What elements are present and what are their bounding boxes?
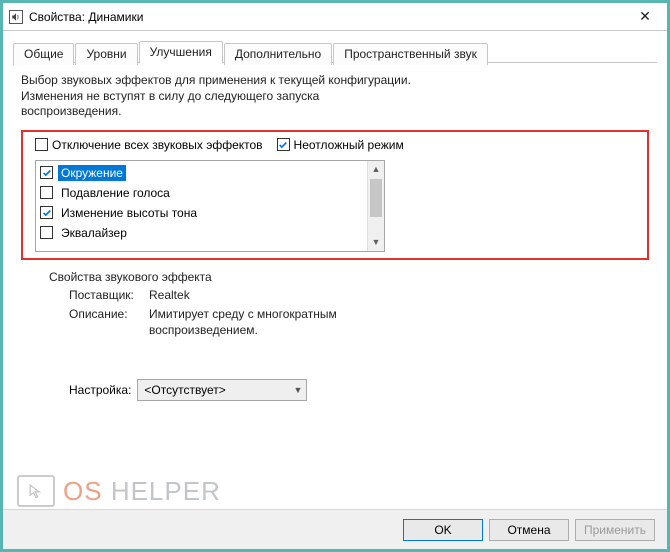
apply-button[interactable]: Применить [575,519,655,541]
dialog-footer: OK Отмена Применить [3,509,667,549]
checkbox-icon[interactable] [40,206,53,219]
cursor-icon [17,475,55,507]
close-button[interactable]: ✕ [623,3,667,30]
effect-properties: Поставщик: Realtek Описание: Имитирует с… [69,288,649,339]
checkbox-icon[interactable] [40,226,53,239]
tab-spatial-sound[interactable]: Пространственный звук [333,43,488,65]
urgent-mode-checkbox[interactable]: Неотложный режим [277,138,404,152]
checkbox-icon [35,138,48,151]
watermark-helper: HELPER [111,476,221,506]
tab-label: Пространственный звук [344,47,477,61]
setting-combo[interactable]: <Отсутствует> ▼ [137,379,307,401]
checkbox-icon[interactable] [40,186,53,199]
tab-label: Дополнительно [235,47,321,61]
tab-levels[interactable]: Уровни [75,43,137,65]
intro-text: Выбор звуковых эффектов для применения к… [21,73,421,120]
watermark-os: OS [63,476,103,506]
ok-button[interactable]: OK [403,519,483,541]
speaker-icon [9,10,23,24]
tab-content: Выбор звуковых эффектов для применения к… [3,63,667,411]
checkbox-icon[interactable] [40,166,53,179]
tab-label: Уровни [86,47,126,61]
provider-label: Поставщик: [69,288,149,304]
description-value: Имитирует среду с многократным воспроизв… [149,307,389,338]
list-item-label: Эквалайзер [58,225,130,241]
setting-label: Настройка: [69,383,131,397]
provider-value: Realtek [149,288,190,304]
scrollbar[interactable]: ▲ ▼ [367,161,384,251]
effects-listbox[interactable]: Окружение Подавление голоса Изменение вы… [35,160,385,252]
checkbox-label: Неотложный режим [294,138,404,152]
scroll-down-button[interactable]: ▼ [368,234,384,251]
checkbox-label: Отключение всех звуковых эффектов [52,138,263,152]
section-title: Свойства звукового эффекта [49,270,649,284]
tab-label: Улучшения [150,45,212,59]
list-item[interactable]: Подавление голоса [36,183,367,203]
tab-advanced[interactable]: Дополнительно [224,43,332,65]
disable-all-checkbox[interactable]: Отключение всех звуковых эффектов [35,138,263,152]
list-item[interactable]: Окружение [36,163,367,183]
list-item[interactable]: Изменение высоты тона [36,203,367,223]
scroll-thumb[interactable] [370,179,382,217]
list-item-label: Окружение [58,165,126,181]
watermark: OS HELPER [17,475,221,507]
window-title: Свойства: Динамики [29,10,143,24]
list-item-label: Изменение высоты тона [58,205,200,221]
combo-value: <Отсутствует> [144,383,225,397]
tab-general[interactable]: Общие [13,43,74,65]
window-titlebar: Свойства: Динамики ✕ [3,3,667,31]
highlight-box: Отключение всех звуковых эффектов Неотло… [21,130,649,260]
list-item-label: Подавление голоса [58,185,173,201]
chevron-down-icon: ▼ [294,385,303,395]
tab-label: Общие [24,47,63,61]
checkbox-icon [277,138,290,151]
tab-enhancements[interactable]: Улучшения [139,41,223,64]
tabs-bar: Общие Уровни Улучшения Дополнительно Про… [3,39,667,63]
list-item[interactable]: Эквалайзер [36,223,367,243]
cancel-button[interactable]: Отмена [489,519,569,541]
scroll-up-button[interactable]: ▲ [368,161,384,178]
description-label: Описание: [69,307,149,338]
